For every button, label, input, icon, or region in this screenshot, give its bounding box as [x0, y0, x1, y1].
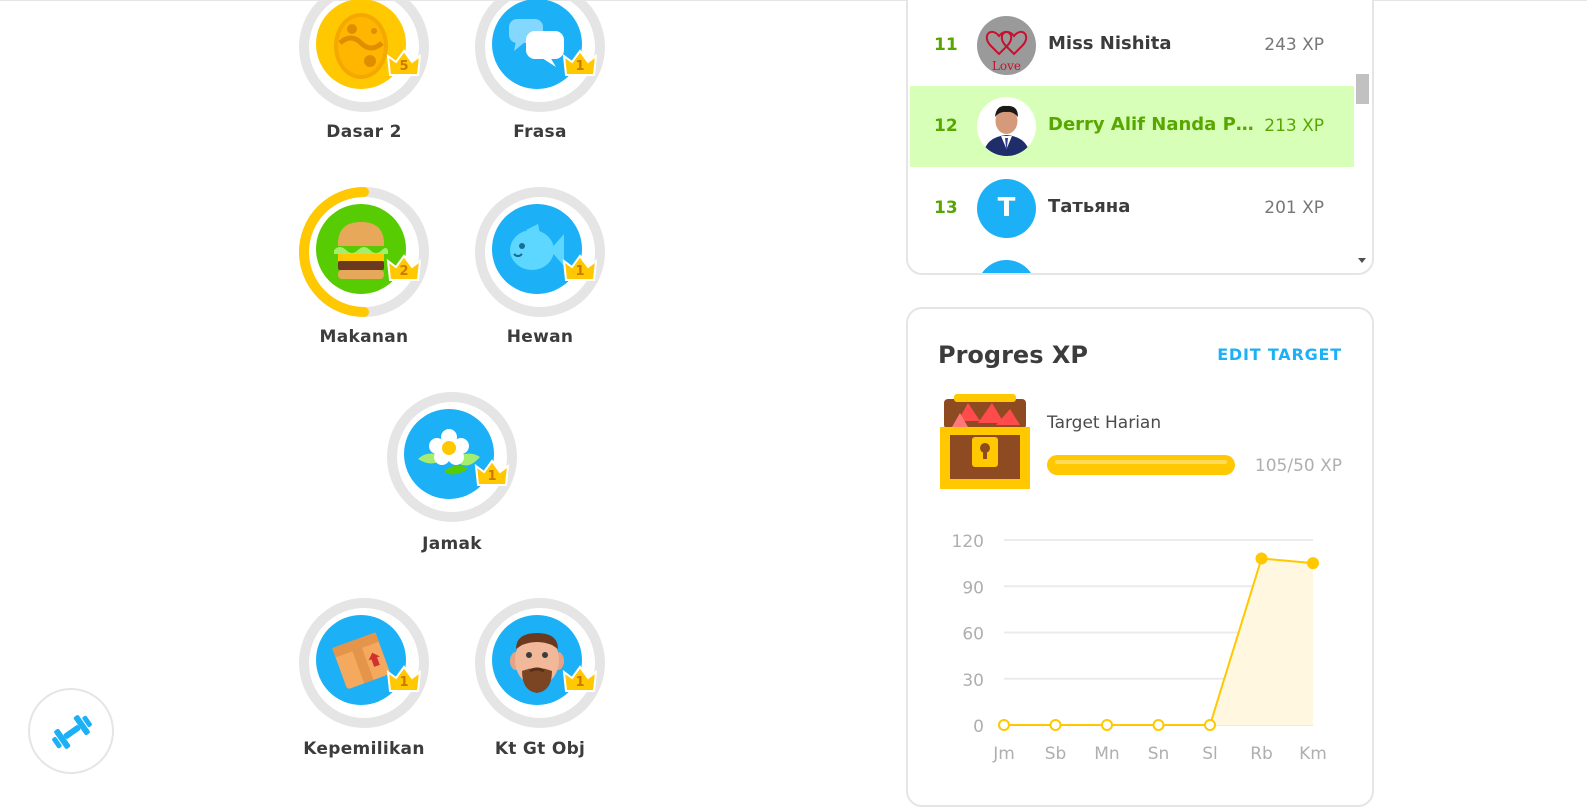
skill-label: Frasa [513, 122, 567, 142]
leaderboard-rank: 11 [934, 35, 958, 55]
crown-icon: 1 [561, 253, 599, 283]
skill-label: Kepemilikan [303, 739, 425, 759]
skill-label: Kt Gt Obj [494, 739, 586, 759]
daily-goal-progress-fill [1047, 455, 1235, 475]
edit-target-button[interactable]: EDIT TARGET [1217, 345, 1342, 364]
crown-level: 5 [399, 59, 409, 74]
xp-progress-title: Progres XP [938, 341, 1088, 369]
chart-point [998, 719, 1010, 731]
chart-x-tick-label: Jm [992, 744, 1015, 764]
leaderboard-card[interactable]: 11 Love Miss Nishita 243 XP 12 Derry Ali [906, 0, 1374, 275]
chart-y-tick-label: 60 [962, 625, 984, 645]
leaderboard-row[interactable] [910, 249, 1354, 273]
daily-goal-text: 105/50 XP [1254, 456, 1342, 476]
chart-point [1204, 719, 1216, 731]
crown-level: 1 [575, 264, 585, 279]
leaderboard-xp: 213 XP [1264, 116, 1324, 136]
skill-label: Dasar 2 [326, 122, 402, 142]
letter-avatar: T [977, 179, 1036, 238]
daily-goal-label: Target Harian [1047, 413, 1162, 433]
skill-label: Hewan [506, 327, 574, 347]
chart-x-tick-label: Km [1299, 744, 1327, 764]
chart-point [1101, 719, 1113, 731]
scroll-down-arrow-icon[interactable] [1358, 258, 1366, 263]
leaderboard-name: Татьяна [1048, 196, 1131, 217]
chart-point [1307, 557, 1319, 570]
chart-x-tick-label: Sl [1202, 744, 1218, 764]
chart-point [1049, 719, 1062, 731]
chart-area [1004, 558, 1313, 725]
skill-label: Jamak [422, 534, 482, 554]
leaderboard-row[interactable]: 11 Love Miss Nishita 243 XP [910, 5, 1354, 86]
crown-level: 1 [487, 469, 497, 484]
crown-icon: 5 [385, 48, 423, 78]
crown-level: 1 [575, 59, 585, 74]
chart-y-tick-label: 0 [973, 717, 984, 737]
leaderboard-row-current-user[interactable]: 12 Derry Alif Nanda Pr... 213 XP [910, 86, 1354, 167]
crown-icon: 1 [385, 664, 423, 694]
crown-level: 2 [399, 264, 409, 279]
skill-hewan[interactable]: 1 Hewan [470, 182, 610, 347]
chart-x-tick-label: Mn [1094, 744, 1119, 764]
crown-icon: 1 [561, 664, 599, 694]
skill-label: Makanan [319, 327, 409, 347]
scrollbar-thumb[interactable] [1356, 74, 1369, 104]
chart-y-tick-label: 90 [962, 578, 984, 598]
chart-y-tick-label: 30 [962, 671, 984, 691]
man-photo-avatar [977, 97, 1036, 156]
chart-x-tick-label: Sb [1045, 744, 1067, 764]
treasure-chest-icon [938, 391, 1032, 495]
leaderboard-scrollbar[interactable] [1353, 2, 1372, 272]
dumbbell-icon [52, 715, 92, 749]
skill-kt-gt-obj[interactable]: 1 Kt Gt Obj [470, 593, 610, 759]
crown-level: 1 [575, 675, 585, 690]
leaderboard-name: Miss Nishita [1048, 33, 1172, 54]
xp-line-chart: 0 30 60 90 120 Jm Sb Mn Sn Sl Rb Km [952, 532, 1327, 764]
crown-level: 1 [399, 675, 409, 690]
crown-icon: 2 [385, 253, 423, 283]
practice-button[interactable] [28, 688, 114, 774]
leaderboard-xp: 243 XP [1264, 35, 1324, 55]
daily-goal-progress-bar [1047, 455, 1235, 475]
crown-icon: 1 [561, 48, 599, 78]
chart-y-tick-label: 120 [952, 532, 984, 552]
skill-dasar-2[interactable]: 5 Dasar 2 [294, 0, 434, 142]
leaderboard-rank: 13 [934, 198, 958, 218]
skill-frasa[interactable]: 1 Frasa [470, 0, 610, 142]
love-hearts-avatar: Love [977, 16, 1036, 75]
chart-point [1152, 719, 1165, 731]
leaderboard-xp: 201 XP [1264, 198, 1324, 218]
leaderboard-row[interactable]: 13 T Татьяна 201 XP [910, 168, 1354, 249]
svg-text:Love: Love [992, 59, 1021, 73]
skill-kepemilikan[interactable]: 1 Kepemilikan [294, 593, 434, 759]
letter-avatar [977, 260, 1036, 273]
chart-x-tick-label: Rb [1250, 744, 1273, 764]
skill-jamak[interactable]: 1 Jamak [382, 387, 522, 554]
chart-point [1255, 552, 1268, 565]
chart-x-tick-label: Sn [1148, 744, 1170, 764]
leaderboard-rank: 12 [934, 116, 958, 136]
leaderboard-name: Derry Alif Nanda Pr... [1048, 114, 1258, 135]
crown-icon: 1 [473, 458, 511, 488]
skill-makanan[interactable]: 2 Makanan [294, 182, 434, 347]
